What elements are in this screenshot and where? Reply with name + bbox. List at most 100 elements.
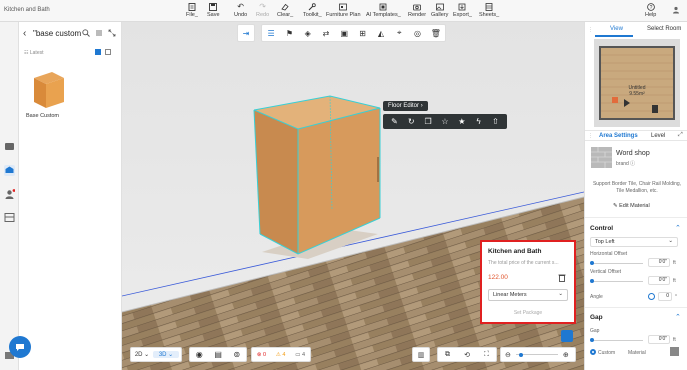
- eye-icon[interactable]: ◉: [196, 350, 203, 359]
- gallery-button[interactable]: Gallery: [431, 2, 448, 21]
- star-icon[interactable]: ☆: [440, 117, 450, 126]
- vertical-offset-slider[interactable]: [590, 279, 594, 283]
- rotate-view-icon[interactable]: ⟲: [464, 351, 470, 359]
- camera-view-icon[interactable]: ⊚: [233, 350, 240, 359]
- file-button[interactable]: File_: [186, 2, 198, 21]
- search-icon[interactable]: [82, 29, 90, 39]
- collapse-gap-icon[interactable]: ⌃: [675, 313, 681, 321]
- mirror-icon[interactable]: ◭: [375, 27, 387, 39]
- gap-slider[interactable]: [590, 338, 594, 342]
- anchor-select[interactable]: Top Left ⌄: [590, 237, 678, 247]
- pencil-icon[interactable]: ✎: [389, 117, 399, 126]
- vertical-offset-track[interactable]: [591, 281, 643, 282]
- save-button[interactable]: Save: [207, 2, 220, 21]
- tab-view[interactable]: View: [610, 26, 623, 32]
- unit-select[interactable]: Linear Meters ⌄: [488, 289, 568, 301]
- cabinet-tool-button[interactable]: ▥: [412, 347, 430, 362]
- angle-dial[interactable]: [648, 293, 655, 300]
- gap-input[interactable]: 0'0": [648, 335, 670, 344]
- rotate-icon[interactable]: ↻: [406, 117, 416, 126]
- tab-select-room[interactable]: Select Room: [647, 26, 681, 32]
- more-icon[interactable]: ◎: [412, 27, 424, 39]
- tab-area-settings[interactable]: Area Settings: [599, 133, 638, 139]
- material-icon[interactable]: ◈: [302, 27, 314, 39]
- angle-input[interactable]: 0: [658, 292, 672, 301]
- filter-icon[interactable]: [95, 29, 103, 39]
- cabinet-category-icon[interactable]: [4, 141, 15, 152]
- back-icon[interactable]: ‹: [23, 28, 26, 39]
- catalog-search-query[interactable]: "base custom: [33, 29, 83, 38]
- angle-unit: °: [675, 294, 677, 300]
- paint-icon[interactable]: ⚑: [283, 27, 295, 39]
- ai-templates-button[interactable]: AI Templates_: [366, 2, 401, 21]
- save-icon: [209, 2, 218, 11]
- render-button[interactable]: Render: [408, 2, 426, 21]
- zoom-slider[interactable]: [515, 352, 558, 358]
- sheets-button[interactable]: Sheets_: [479, 2, 499, 21]
- issues-counter[interactable]: ⊗ 0 ⚠ 4 ▭ 4: [251, 347, 311, 362]
- user-menu-icon[interactable]: [672, 6, 680, 14]
- horizontal-offset-slider[interactable]: [590, 261, 594, 265]
- settings-collapse-icon[interactable]: ⋮: [588, 133, 593, 139]
- export-button[interactable]: Export_: [453, 2, 472, 21]
- redo-icon: ↷: [259, 2, 266, 11]
- gap-track[interactable]: [591, 340, 643, 341]
- tab-level[interactable]: Level: [651, 133, 665, 139]
- expand-panel-icon[interactable]: ⤢: [678, 132, 683, 139]
- gap-label: Gap: [590, 328, 600, 334]
- view-cube-icon[interactable]: [561, 330, 573, 342]
- grid-view-icon[interactable]: [95, 49, 101, 55]
- replace-icon[interactable]: ⇄: [320, 27, 332, 39]
- screenshot-icon[interactable]: ⧉: [445, 351, 450, 359]
- delete-icon[interactable]: 🗑: [430, 27, 442, 39]
- chevron-down-icon: ⌄: [668, 238, 673, 244]
- horizontal-offset-input[interactable]: 0'0": [648, 258, 670, 267]
- align-icon[interactable]: ⊞: [357, 27, 369, 39]
- chat-support-icon[interactable]: [9, 336, 31, 358]
- list-view-icon[interactable]: [105, 49, 111, 55]
- horizontal-offset-track[interactable]: [591, 263, 643, 264]
- fit-view-icon[interactable]: ⛶: [484, 351, 489, 359]
- minimap[interactable]: Untitled 9.55m²: [594, 39, 680, 127]
- custom-radio[interactable]: [590, 349, 596, 355]
- group-icon[interactable]: ▣: [338, 27, 350, 39]
- user-category-icon[interactable]: [4, 189, 16, 200]
- undo-button[interactable]: ↶ Undo: [234, 2, 247, 21]
- product-thumbnail[interactable]: [24, 64, 72, 114]
- floor-editor-button[interactable]: Floor Editor ›: [383, 101, 428, 111]
- 2d-mode-button[interactable]: 2D ⌄: [131, 351, 153, 358]
- favorite-icon[interactable]: ★: [457, 117, 467, 126]
- help-button[interactable]: ? Help: [645, 2, 656, 21]
- furniture-plan-button[interactable]: Furniture Plan: [326, 2, 361, 21]
- popup-description: The total price of the current s...: [488, 260, 559, 266]
- clear-button[interactable]: Clear_: [277, 2, 293, 21]
- sort-latest[interactable]: ☷ Latest: [24, 50, 44, 56]
- settings-tabs: ⋮ Area Settings Level ⤢: [585, 130, 687, 141]
- edit-material-button[interactable]: ✎ Edit Material: [613, 203, 650, 209]
- lighting-icon[interactable]: ▤: [214, 350, 222, 359]
- gap-color-swatch[interactable]: [670, 347, 679, 356]
- expand-icon[interactable]: [108, 29, 116, 39]
- redo-button[interactable]: ↷ Redo: [256, 2, 269, 21]
- copy-icon[interactable]: ❐: [423, 117, 433, 126]
- trash-icon[interactable]: [558, 273, 566, 284]
- panel-collapse-icon[interactable]: ⋮: [588, 27, 593, 33]
- kitchen-category-icon[interactable]: [4, 165, 15, 176]
- divider: [585, 217, 687, 218]
- move-up-icon[interactable]: ⇧: [490, 117, 500, 126]
- object-toolbar: ☰ ⚑ ◈ ⇄ ▣ ⊞ ◭ ⌖ ◎ 🗑: [261, 24, 446, 42]
- 3d-mode-button[interactable]: 3D ⌄: [153, 351, 179, 358]
- toolkit-button[interactable]: Toolkit_: [303, 2, 322, 21]
- lightning-icon[interactable]: ϟ: [474, 117, 484, 126]
- layers-category-icon[interactable]: [4, 212, 15, 223]
- zoom-in-icon[interactable]: ⊕: [563, 351, 569, 359]
- exit-edit-toolbar: ⇥: [237, 24, 255, 42]
- exit-icon[interactable]: ⇥: [241, 27, 251, 39]
- set-package-button[interactable]: Set Package: [482, 310, 574, 316]
- vertical-offset-input[interactable]: 0'0": [648, 276, 670, 285]
- vertical-offset-unit: ft: [673, 278, 676, 284]
- collapse-control-icon[interactable]: ⌃: [675, 224, 681, 232]
- measure-icon[interactable]: ⌖: [393, 27, 405, 39]
- properties-icon[interactable]: ☰: [265, 27, 277, 39]
- zoom-out-icon[interactable]: ⊖: [505, 351, 511, 359]
